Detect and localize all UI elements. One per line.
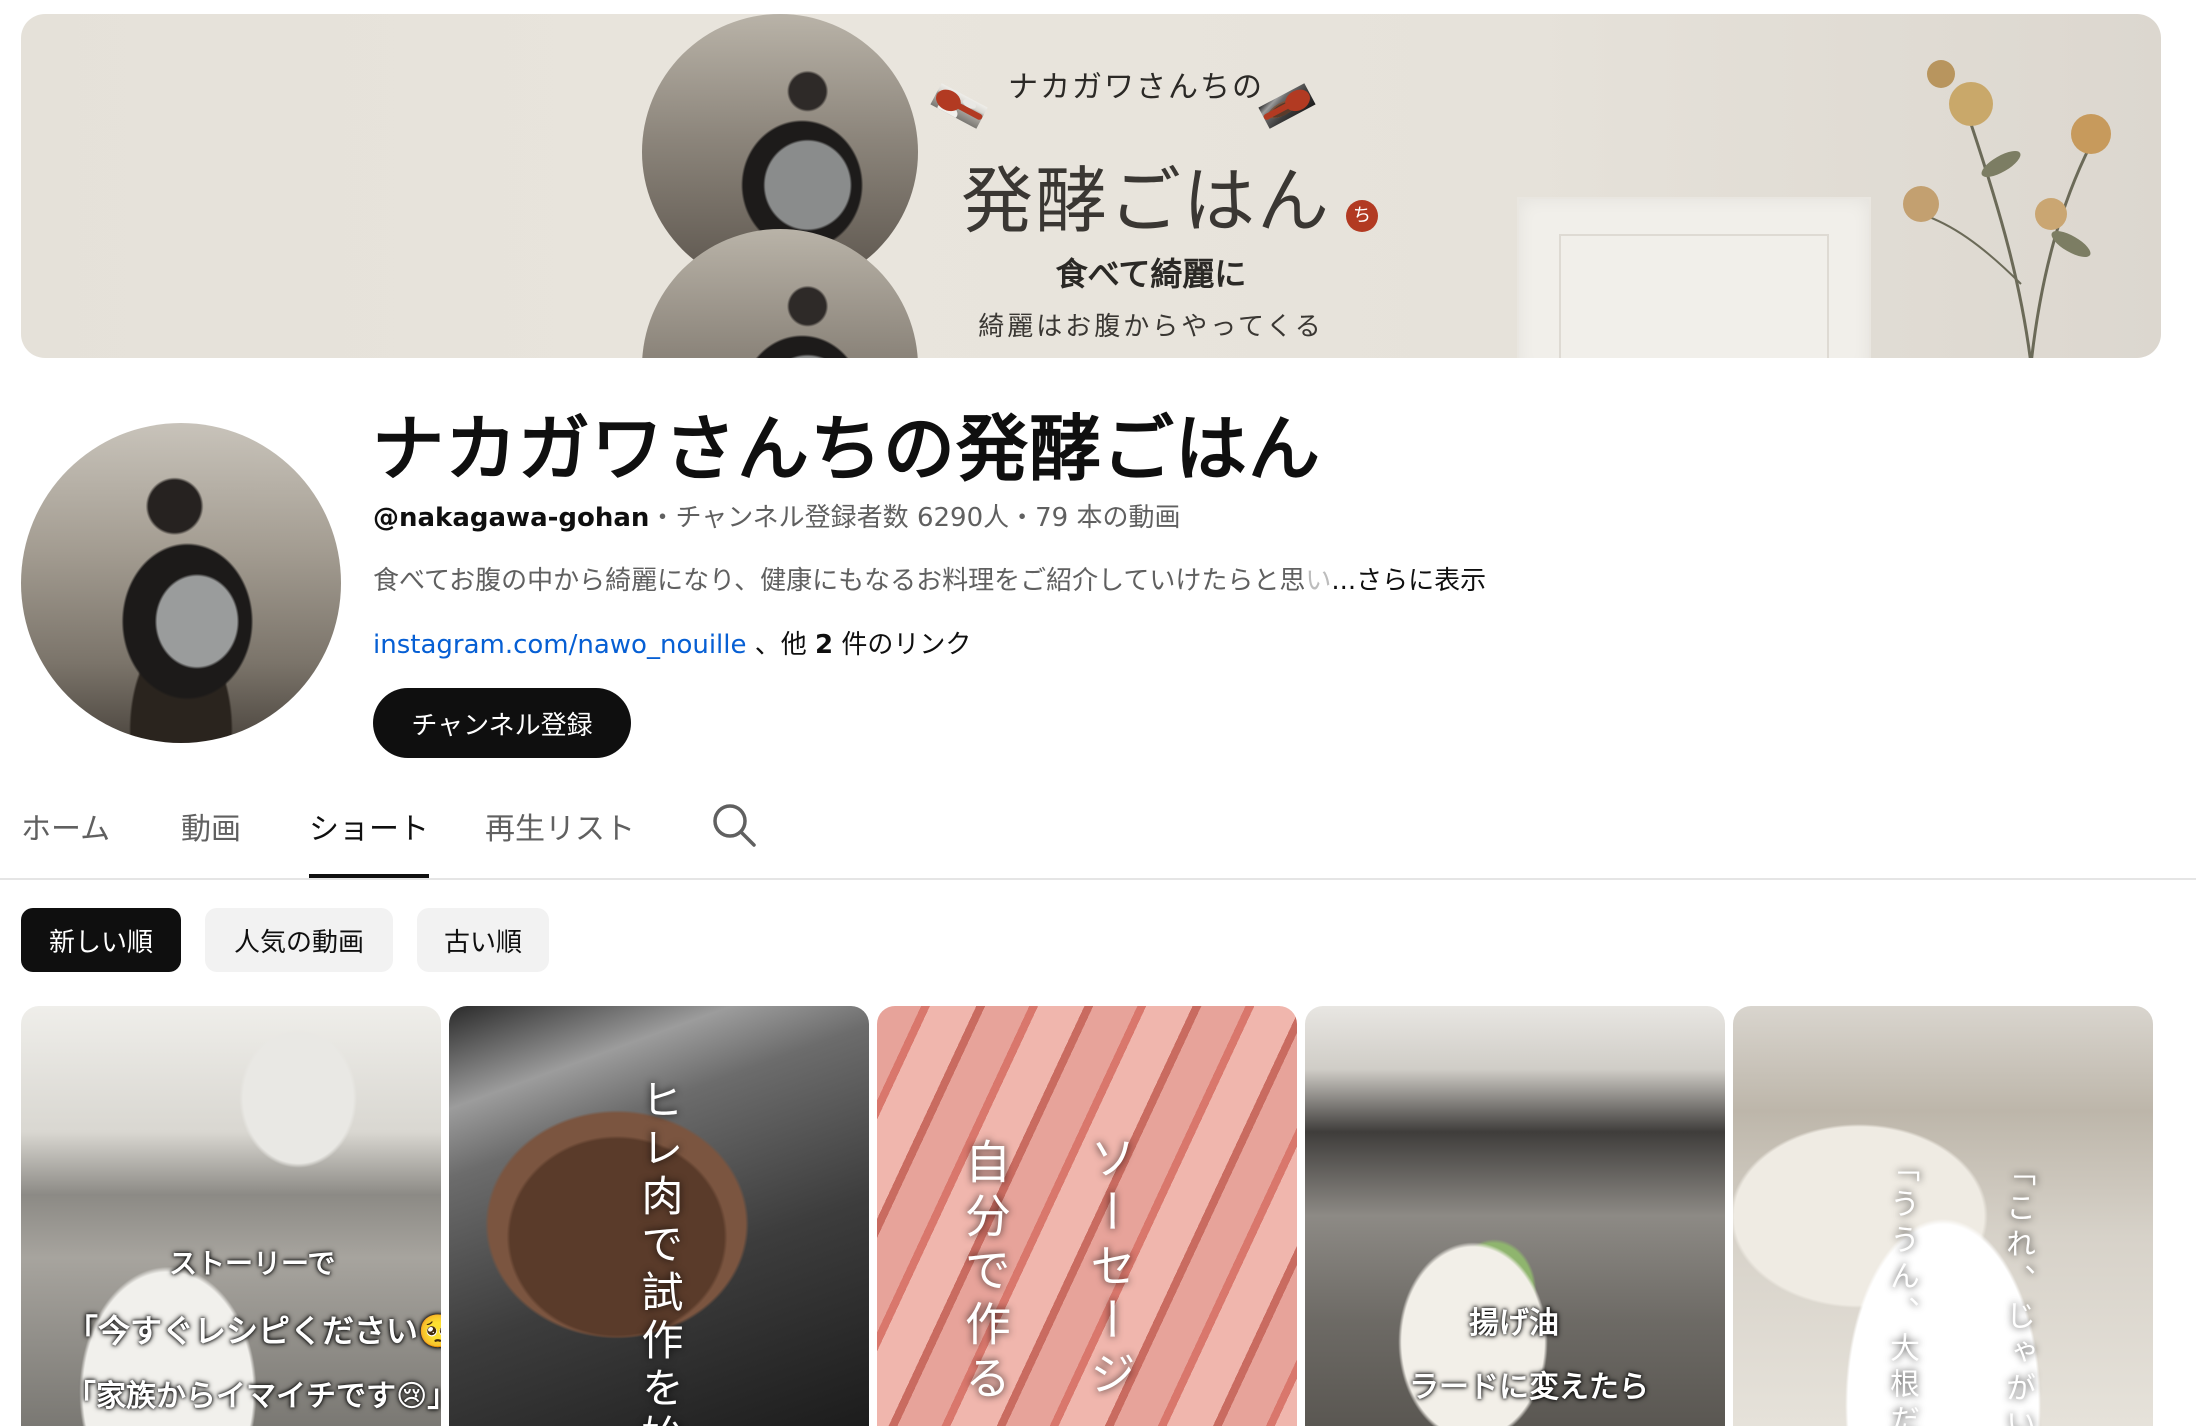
banner-seal: ち (1346, 200, 1378, 232)
description-fade-text: い (1305, 566, 1332, 596)
short-caption: 「家族からイマイチです😢」 (66, 1379, 441, 1414)
banner-frame-image (1517, 197, 1871, 358)
other-links-count: 2 (815, 630, 834, 660)
other-links[interactable]: 、他 2 件のリンク (755, 630, 972, 660)
banner-subtitle: ナカガワさんちの (1008, 70, 1264, 105)
show-more-link[interactable]: ...さらに表示 (1331, 566, 1486, 596)
tab-playlists[interactable]: 再生リスト (485, 804, 635, 876)
chip-popular[interactable]: 人気の動画 (205, 908, 393, 972)
short-caption: 自分で作る (958, 1138, 1012, 1408)
short-caption: ヒレ肉で試作を始 (635, 1078, 684, 1426)
short-thumbnail[interactable]: 揚げ油 ラードに変えたら (1305, 1006, 1725, 1426)
chip-oldest[interactable]: 古い順 (417, 908, 549, 972)
banner-title: 発酵ごはん (960, 159, 1331, 243)
search-icon[interactable] (711, 802, 757, 848)
short-thumbnail[interactable]: 「これ、じゃがい 「ううん、大根だ (1733, 1006, 2153, 1426)
channel-links: instagram.com/nawo_nouille 、他 2 件のリンク (373, 624, 971, 661)
short-caption: 揚げ油 (1469, 1306, 1559, 1341)
channel-avatar[interactable] (21, 423, 341, 743)
other-links-prefix: 、他 (754, 630, 816, 660)
chip-newest[interactable]: 新しい順 (21, 908, 181, 972)
channel-handle: @nakagawa-gohan (373, 503, 650, 533)
banner-tagline: 食べて綺麗に (1055, 255, 1247, 293)
short-caption: 「今すぐレシピください🥺」 (66, 1312, 441, 1350)
channel-title: ナカガワさんちの発酵ごはん (372, 407, 1322, 491)
instagram-link[interactable]: instagram.com/nawo_nouille (373, 630, 747, 660)
channel-description[interactable]: 食べてお腹の中から綺麗になり、健康にもなるお料理をご紹介していけたらと思い...… (373, 560, 1486, 597)
other-links-suffix: 件のリンク (833, 630, 972, 660)
channel-meta: @nakagawa-gohan・チャンネル登録者数 6290人・79 本の動画 (373, 497, 1180, 534)
subscribe-button[interactable]: チャンネル登録 (373, 688, 631, 758)
tab-shorts[interactable]: ショート (309, 804, 429, 878)
channel-stats: ・チャンネル登録者数 6290人・79 本の動画 (649, 503, 1181, 533)
short-thumbnail[interactable]: ヒレ肉で試作を始 (449, 1006, 869, 1426)
tabs-divider (0, 878, 2196, 880)
short-caption: 「ううん、大根だ (1884, 1152, 1919, 1426)
spoon-icon (930, 83, 988, 129)
banner-tagline-secondary: 綺麗はお腹からやってくる (978, 312, 1324, 342)
short-caption: 「これ、じゃがい (2000, 1156, 2035, 1426)
tab-shorts-label: ショート (309, 812, 429, 847)
channel-banner: ナカガワさんちの 発酵ごはん ち 食べて綺麗に 綺麗はお腹からやってくる (21, 14, 2161, 358)
description-text: 食べてお腹の中から綺麗になり、健康にもなるお料理をご紹介していけたらと思 (373, 566, 1306, 596)
banner-dried-flowers-image (1903, 60, 2111, 358)
channel-page: ナカガワさんちの 発酵ごはん ち 食べて綺麗に 綺麗はお腹からやってくる ナカガ… (0, 0, 2196, 1426)
tab-videos[interactable]: 動画 (181, 804, 241, 876)
short-caption: ストーリーで (169, 1247, 336, 1280)
short-thumbnail[interactable]: ストーリーで 「今すぐレシピください🥺」 「家族からイマイチです😢」 (21, 1006, 441, 1426)
short-thumbnail[interactable]: ソーセージ 自分で作る (877, 1006, 1297, 1426)
short-caption: ソーセージ (1083, 1134, 1137, 1404)
short-caption: ラードに変えたら (1409, 1370, 1649, 1405)
tab-home[interactable]: ホーム (21, 804, 110, 876)
